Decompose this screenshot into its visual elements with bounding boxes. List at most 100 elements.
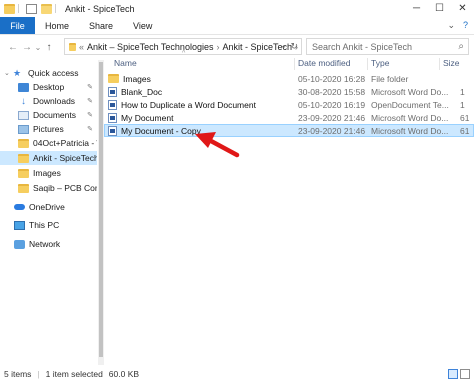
file-name: My Document - Copy bbox=[121, 125, 201, 136]
folder-icon bbox=[108, 74, 119, 83]
pictures-icon bbox=[18, 124, 29, 134]
new-folder-icon[interactable] bbox=[41, 3, 52, 14]
column-divider[interactable] bbox=[439, 58, 440, 70]
nav-downloads[interactable]: ↓ Downloads ✎ bbox=[0, 94, 97, 108]
nav-label: 04Oct+Patricia - WI bbox=[33, 138, 97, 148]
tab-home[interactable]: Home bbox=[35, 17, 79, 34]
nav-label: Pictures bbox=[33, 124, 64, 134]
nav-documents[interactable]: Documents ✎ bbox=[0, 108, 97, 122]
status-separator: | bbox=[37, 369, 40, 379]
file-row[interactable]: Images 05-10-2020 16:28 File folder bbox=[104, 72, 474, 85]
column-header-date[interactable]: Date modified bbox=[298, 56, 368, 70]
maximize-button[interactable]: ☐ bbox=[428, 0, 451, 17]
file-size: 61 bbox=[460, 125, 470, 136]
details-view-icon[interactable] bbox=[448, 369, 458, 379]
folder-icon bbox=[18, 153, 29, 163]
folder-icon bbox=[69, 42, 77, 51]
nav-label: Quick access bbox=[28, 68, 79, 78]
status-size: 60.0 KB bbox=[108, 369, 140, 379]
nav-onedrive[interactable]: OneDrive bbox=[0, 200, 97, 214]
nav-label: OneDrive bbox=[29, 202, 65, 212]
overflow-icon[interactable]: « bbox=[79, 42, 84, 52]
column-label: Size bbox=[443, 58, 460, 68]
file-list: Name ^ Date modified Type Size Images 05… bbox=[104, 50, 474, 365]
column-divider[interactable] bbox=[367, 58, 368, 70]
recent-locations-icon[interactable]: ⌄ bbox=[34, 43, 42, 52]
file-size: 1 bbox=[460, 99, 465, 110]
forward-arrow-icon[interactable]: → bbox=[20, 42, 34, 53]
address-dropdown-icon[interactable]: ⌄ bbox=[280, 41, 287, 50]
separator bbox=[18, 4, 19, 13]
star-icon: ★ bbox=[13, 67, 22, 78]
refresh-icon[interactable]: ↻ bbox=[290, 41, 298, 52]
minimize-button[interactable]: ─ bbox=[405, 0, 428, 17]
column-header-size[interactable]: Size bbox=[443, 56, 473, 70]
status-bar: 5 items | 1 item selected 60.0 KB bbox=[0, 366, 474, 382]
ribbon-tabs: File Home Share View ⌄ ? bbox=[0, 17, 474, 35]
column-header-name[interactable]: Name ^ bbox=[114, 50, 294, 70]
nav-label: Network bbox=[29, 239, 61, 249]
nav-pictures[interactable]: Pictures ✎ bbox=[0, 122, 97, 136]
pin-icon: ✎ bbox=[87, 112, 93, 119]
column-label: Date modified bbox=[298, 58, 351, 68]
file-row[interactable]: How to Duplicate a Word Document 05-10-2… bbox=[104, 98, 474, 111]
nav-label: Saqib – PCB Compa bbox=[33, 183, 97, 193]
network-icon bbox=[14, 239, 25, 249]
nav-folder-ankit-spicetech[interactable]: Ankit - SpiceTech bbox=[0, 151, 97, 165]
help-icon[interactable]: ? bbox=[463, 20, 468, 31]
scrollbar-thumb[interactable] bbox=[99, 62, 103, 357]
breadcrumb-item[interactable]: Ankit – SpiceTech Technologies bbox=[87, 42, 213, 52]
file-date: 30-08-2020 15:58 bbox=[298, 86, 366, 97]
tab-view[interactable]: View bbox=[123, 17, 162, 34]
nav-label: Downloads bbox=[33, 96, 76, 106]
desktop-icon bbox=[18, 82, 29, 92]
file-name: My Document bbox=[121, 112, 174, 123]
back-arrow-icon[interactable]: ← bbox=[6, 42, 20, 53]
nav-folder-images[interactable]: Images bbox=[0, 166, 97, 180]
nav-folder-saqib[interactable]: Saqib – PCB Compa bbox=[0, 181, 97, 195]
status-item-count: 5 items bbox=[4, 369, 32, 379]
cloud-icon bbox=[14, 204, 25, 210]
nav-this-pc[interactable]: This PC bbox=[0, 218, 97, 232]
tab-file[interactable]: File bbox=[0, 17, 35, 34]
navigation-pane: ⌄ ★ Quick access Desktop ✎ ↓ Downloads ✎… bbox=[0, 60, 97, 365]
word-document-icon bbox=[108, 125, 117, 136]
file-row-selected[interactable]: My Document - Copy 23-09-2020 21:46 Micr… bbox=[104, 124, 474, 137]
chevron-down-icon[interactable]: ⌄ bbox=[4, 69, 13, 77]
word-document-icon bbox=[108, 99, 117, 110]
file-date: 05-10-2020 16:28 bbox=[298, 73, 366, 84]
file-row[interactable]: My Document 23-09-2020 21:46 Microsoft W… bbox=[104, 111, 474, 124]
file-row[interactable]: Blank_Doc 30-08-2020 15:58 Microsoft Wor… bbox=[104, 85, 474, 98]
column-divider[interactable] bbox=[294, 58, 295, 70]
nav-label: Documents bbox=[33, 110, 76, 120]
tab-share[interactable]: Share bbox=[79, 17, 123, 34]
download-icon: ↓ bbox=[21, 95, 26, 107]
nav-desktop[interactable]: Desktop ✎ bbox=[0, 80, 97, 94]
nav-folder-04oct[interactable]: 04Oct+Patricia - WI bbox=[0, 136, 97, 150]
pin-icon: ✎ bbox=[87, 84, 93, 91]
folder-icon bbox=[18, 168, 29, 178]
folder-icon bbox=[18, 138, 29, 148]
file-date: 23-09-2020 21:46 bbox=[298, 112, 366, 123]
file-type: Microsoft Word Do... bbox=[371, 125, 449, 136]
up-arrow-icon[interactable]: ↑ bbox=[42, 42, 56, 53]
pin-icon: ✎ bbox=[87, 98, 93, 105]
nav-network[interactable]: Network bbox=[0, 237, 97, 251]
pin-icon: ✎ bbox=[87, 126, 93, 133]
chevron-down-icon[interactable]: ⌄ bbox=[447, 20, 455, 31]
nav-quick-access[interactable]: ⌄ ★ Quick access bbox=[0, 66, 97, 80]
search-input[interactable]: Search Ankit - SpiceTech ⌕ bbox=[306, 38, 469, 55]
checkmark-icon[interactable] bbox=[26, 3, 37, 14]
word-document-icon bbox=[108, 112, 117, 123]
chevron-right-icon[interactable]: › bbox=[216, 42, 219, 52]
nav-label: Ankit - SpiceTech bbox=[33, 153, 97, 163]
file-type: File folder bbox=[371, 73, 409, 84]
sort-icon: ^ bbox=[182, 50, 186, 57]
file-size: 1 bbox=[460, 86, 465, 97]
file-type: Microsoft Word Do... bbox=[371, 86, 449, 97]
word-document-icon bbox=[108, 86, 117, 97]
close-button[interactable]: ✕ bbox=[451, 0, 474, 17]
file-type: OpenDocument Te... bbox=[371, 99, 449, 110]
nav-label: Desktop bbox=[33, 82, 65, 92]
large-icons-view-icon[interactable] bbox=[460, 369, 470, 379]
